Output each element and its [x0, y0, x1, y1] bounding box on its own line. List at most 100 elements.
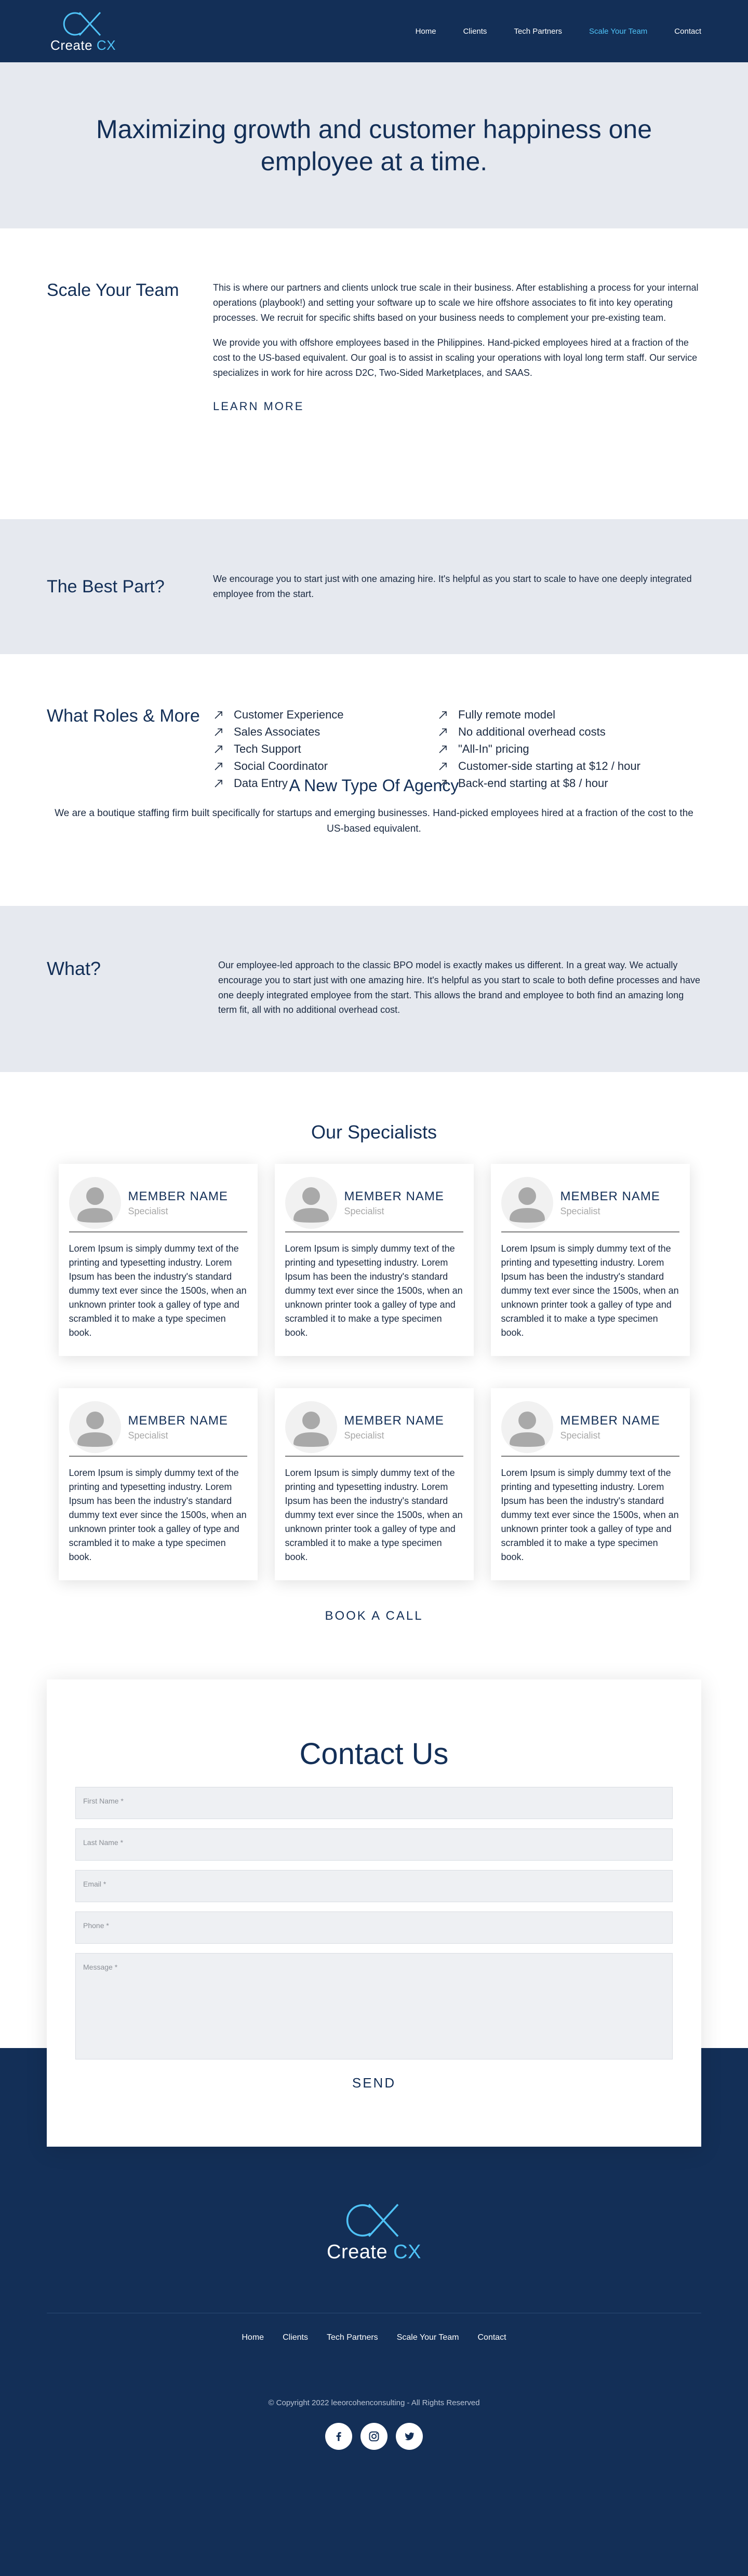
contact-heading: Contact Us: [299, 1737, 449, 1771]
hero-section: Maximizing growth and customer happiness…: [0, 62, 748, 228]
roles-heading: What Roles & More: [47, 706, 200, 726]
avatar-placeholder-icon: [501, 1401, 553, 1453]
member-role: Specialist: [560, 1430, 600, 1441]
footer-nav: Home Clients Tech Partners Scale Your Te…: [0, 2333, 748, 2342]
twitter-link[interactable]: [396, 2423, 423, 2450]
member-name: MEMBER NAME: [344, 1413, 444, 1428]
agency-section: A New Type Of Agency We are a boutique s…: [0, 774, 748, 906]
cx-logo-icon: [63, 11, 101, 36]
specialist-card: MEMBER NAME Specialist Lorem Ipsum is sim…: [490, 1164, 690, 1356]
message-field[interactable]: Message *: [75, 1953, 673, 2059]
contact-card: Contact Us First Name * Last Name * Emai…: [47, 1679, 701, 2147]
specialist-card-header: MEMBER NAME Specialist: [501, 1399, 679, 1457]
twitter-icon: [405, 2432, 415, 2441]
footer-nav-clients[interactable]: Clients: [283, 2333, 308, 2342]
what-heading: What?: [47, 958, 101, 979]
roles-list-right: Fully remote model No additional overhea…: [437, 706, 662, 790]
member-name: MEMBER NAME: [344, 1189, 444, 1203]
member-bio: Lorem Ipsum is simply dummy text of the …: [69, 1468, 247, 1562]
feature-item: Customer-side starting at $12 / hour: [437, 757, 662, 775]
copyright-text: © Copyright 2022 leeorcohenconsulting - …: [268, 2398, 480, 2407]
site-header: Create CX Home Clients Tech Partners Sca…: [0, 0, 748, 62]
specialist-card: MEMBER NAME Specialist Lorem Ipsum is sim…: [58, 1164, 258, 1356]
what-section: What? Our employee-led approach to the c…: [0, 906, 748, 1072]
arrow-up-right-icon: [439, 762, 447, 770]
role-label: Social Coordinator: [234, 759, 328, 772]
feature-item: No additional overhead costs: [437, 723, 662, 740]
social-links: [0, 2423, 748, 2450]
nav-home[interactable]: Home: [416, 27, 436, 36]
avatar-placeholder-icon: [501, 1177, 553, 1229]
arrow-up-right-icon: [215, 711, 222, 719]
footer-logo-text: Create CX: [327, 2241, 421, 2263]
footer-logo[interactable]: Create CX: [317, 2199, 431, 2263]
nav-contact[interactable]: Contact: [674, 27, 701, 36]
specialist-card: MEMBER NAME Specialist Lorem Ipsum is sim…: [490, 1388, 690, 1580]
avatar-placeholder-icon: [69, 1177, 121, 1229]
role-item: Tech Support: [213, 740, 437, 757]
member-bio: Lorem Ipsum is simply dummy text of the …: [285, 1468, 463, 1562]
footer-logo-text-accent: CX: [393, 2241, 421, 2263]
facebook-icon: [336, 2432, 341, 2441]
site-footer: Create CX Home Clients Tech Partners Sca…: [0, 2199, 748, 2450]
first-name-field[interactable]: First Name *: [75, 1787, 673, 1819]
specialist-card-header: MEMBER NAME Specialist: [501, 1174, 679, 1232]
footer-nav-home[interactable]: Home: [242, 2333, 264, 2342]
book-call-button[interactable]: BOOK A CALL: [325, 1609, 423, 1623]
logo-text: Create CX: [50, 37, 116, 53]
send-button[interactable]: SEND: [352, 2075, 396, 2091]
feature-label: "All-In" pricing: [458, 742, 529, 755]
arrow-up-right-icon: [215, 728, 222, 736]
nav-scale-your-team[interactable]: Scale Your Team: [589, 27, 647, 36]
logo-text-main: Create: [50, 37, 97, 53]
footer-nav-contact[interactable]: Contact: [477, 2333, 506, 2342]
member-role: Specialist: [128, 1205, 168, 1216]
hero-title: Maximizing growth and customer happiness…: [96, 114, 652, 177]
feature-item: Back-end starting at $8 / hour: [437, 775, 662, 792]
roles-list-left: Customer Experience Sales Associates Tec…: [213, 706, 437, 790]
member-bio: Lorem Ipsum is simply dummy text of the …: [501, 1468, 679, 1562]
scale-heading: Scale Your Team: [47, 280, 179, 300]
feature-item: Fully remote model: [437, 706, 662, 723]
specialist-card-header: MEMBER NAME Specialist: [285, 1174, 463, 1232]
facebook-link[interactable]: [325, 2423, 352, 2450]
arrow-up-right-icon: [215, 745, 222, 753]
scale-paragraph-1: This is where our partners and clients u…: [213, 282, 699, 323]
member-name: MEMBER NAME: [128, 1413, 228, 1428]
roles-section: What Roles & More Customer Experience Sa…: [0, 654, 748, 790]
footer-nav-scale-your-team[interactable]: Scale Your Team: [397, 2333, 459, 2342]
nav-tech-partners[interactable]: Tech Partners: [514, 27, 562, 36]
phone-field[interactable]: Phone *: [75, 1911, 673, 1944]
member-role: Specialist: [560, 1205, 600, 1216]
member-name: MEMBER NAME: [128, 1189, 228, 1203]
cx-logo-icon: [346, 2204, 399, 2237]
specialist-card-header: MEMBER NAME Specialist: [69, 1399, 247, 1457]
agency-text: We are a boutique staffing firm built sp…: [55, 808, 693, 835]
role-label: Sales Associates: [234, 725, 320, 738]
arrow-up-right-icon: [215, 762, 222, 770]
header-logo[interactable]: Create CX: [47, 9, 119, 53]
email-field[interactable]: Email *: [75, 1870, 673, 1902]
role-item: Customer Experience: [213, 706, 437, 723]
contact-and-footer: Contact Us First Name * Last Name * Emai…: [0, 1679, 748, 2576]
best-part-section: The Best Part? We encourage you to start…: [0, 519, 748, 654]
arrow-up-right-icon: [215, 779, 222, 788]
contact-form: First Name * Last Name * Email * Phone *…: [75, 1787, 673, 2059]
specialist-card-header: MEMBER NAME Specialist: [285, 1399, 463, 1457]
footer-nav-tech-partners[interactable]: Tech Partners: [327, 2333, 378, 2342]
best-part-text: We encourage you to start just with one …: [213, 574, 692, 599]
learn-more-link[interactable]: LEARN MORE: [213, 397, 304, 415]
nav-clients[interactable]: Clients: [463, 27, 487, 36]
instagram-link[interactable]: [360, 2423, 388, 2450]
specialist-card: MEMBER NAME Specialist Lorem Ipsum is sim…: [274, 1388, 474, 1580]
member-role: Specialist: [344, 1430, 384, 1441]
member-role: Specialist: [128, 1430, 168, 1441]
arrow-up-right-icon: [439, 728, 447, 736]
last-name-field[interactable]: Last Name *: [75, 1828, 673, 1861]
specialist-card: MEMBER NAME Specialist Lorem Ipsum is sim…: [274, 1164, 474, 1356]
member-name: MEMBER NAME: [560, 1189, 660, 1203]
avatar-placeholder-icon: [285, 1401, 337, 1453]
arrow-up-right-icon: [439, 745, 447, 753]
member-bio: Lorem Ipsum is simply dummy text of the …: [69, 1243, 247, 1338]
member-bio: Lorem Ipsum is simply dummy text of the …: [285, 1243, 463, 1338]
